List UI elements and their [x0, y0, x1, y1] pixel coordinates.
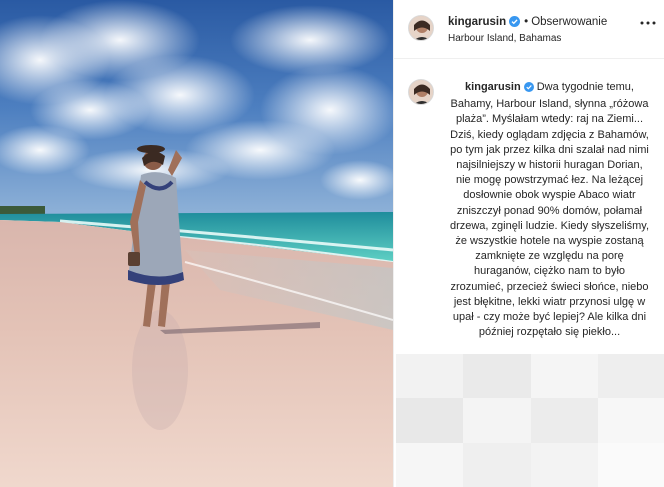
- more-horizontal-icon[interactable]: [639, 16, 657, 30]
- post-caption: kingarusin Dwa tygodnie temu, Bahamy, Ha…: [448, 80, 651, 340]
- beach-photo: [0, 0, 393, 487]
- caption-username-link[interactable]: kingarusin: [465, 81, 521, 93]
- comments-section: kingarusin Dwa tygodnie temu, Bahamy, Ha…: [394, 60, 664, 487]
- post-header: kingarusin • Obserwowanie Harbour Island, …: [394, 0, 664, 59]
- clouds: [0, 0, 393, 200]
- avatar[interactable]: [408, 15, 434, 41]
- following-button[interactable]: Obserwowanie: [531, 16, 607, 28]
- caption-text: Dwa tygodnie temu, Bahamy, Harbour Islan…: [449, 81, 650, 339]
- verified-badge-icon: [509, 16, 521, 30]
- location-link[interactable]: Harbour Island, Bahamas: [448, 33, 561, 44]
- caption-avatar[interactable]: [408, 79, 434, 105]
- redaction-mosaic: [396, 354, 664, 487]
- post-photo[interactable]: [0, 0, 393, 487]
- header-user-line: kingarusin • Obserwowanie: [448, 16, 607, 30]
- post-details-panel: kingarusin • Obserwowanie Harbour Island, …: [393, 0, 664, 487]
- separator-dot: •: [524, 16, 529, 28]
- verified-badge-icon: [523, 82, 534, 97]
- username-link[interactable]: kingarusin: [448, 16, 506, 28]
